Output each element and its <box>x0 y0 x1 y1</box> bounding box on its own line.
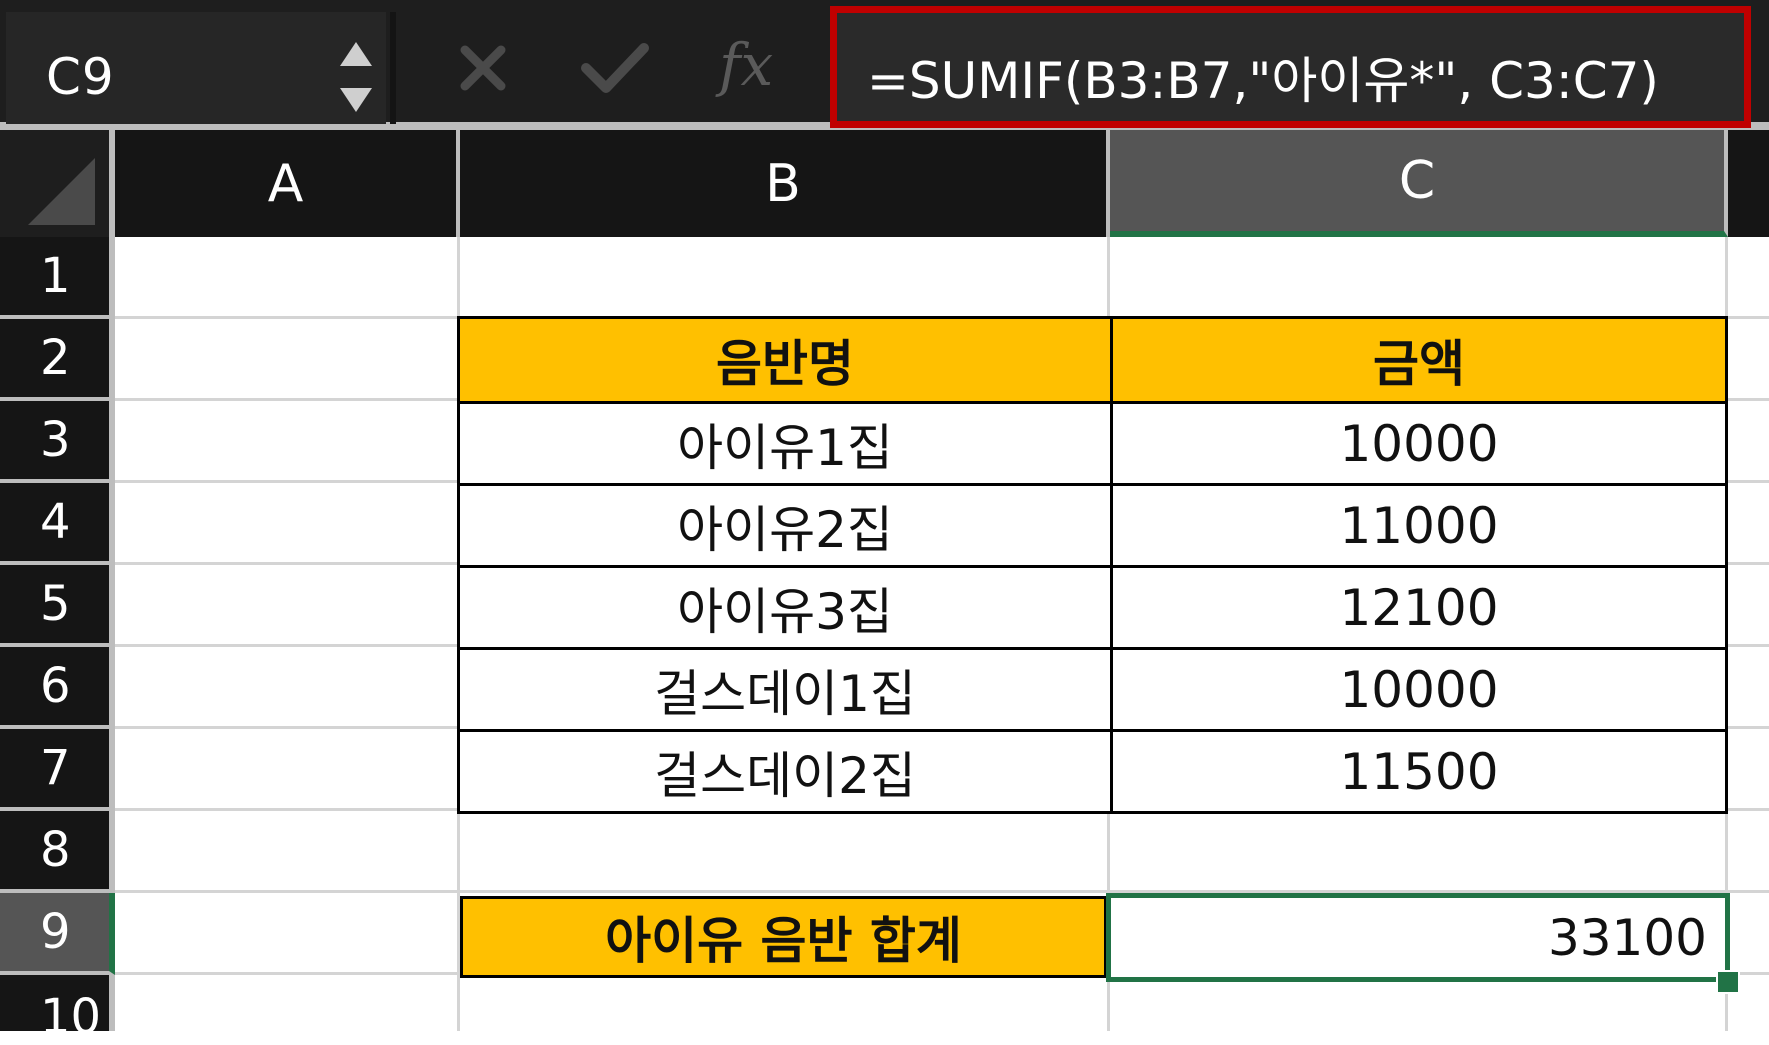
row-header-2[interactable]: 2 <box>0 319 115 401</box>
row-header-6[interactable]: 6 <box>0 647 115 729</box>
row-header-8[interactable]: 8 <box>0 811 115 893</box>
cell-c3[interactable]: 10000 <box>1110 401 1728 486</box>
column-header-a[interactable]: A <box>115 130 460 237</box>
row-header-3[interactable]: 3 <box>0 401 115 483</box>
cell-b3[interactable]: 아이유1집 <box>457 401 1113 486</box>
formula-text[interactable]: =SUMIF(B3:B7,"아이유*", C3:C7) <box>867 41 1659 113</box>
column-header-c[interactable]: C <box>1110 130 1728 237</box>
column-header-b[interactable]: B <box>460 130 1110 237</box>
cell-c6[interactable]: 10000 <box>1110 647 1728 732</box>
row-header-4[interactable]: 4 <box>0 483 115 565</box>
row-header-7[interactable]: 7 <box>0 729 115 811</box>
name-box-stepper-icon[interactable] <box>336 32 376 122</box>
cell-b6[interactable]: 걸스데이1집 <box>457 647 1113 732</box>
select-all-corner[interactable] <box>0 130 115 237</box>
cell-c9[interactable]: 33100 <box>1111 898 1725 977</box>
cancel-icon[interactable] <box>455 40 511 96</box>
row-header-5[interactable]: 5 <box>0 565 115 647</box>
formula-bar: C9 fx =SUMIF(B3:B7,"아이유*", C3:C7) <box>0 0 1769 130</box>
svg-text:fx: fx <box>715 31 773 99</box>
row-header-10[interactable]: 10 <box>0 975 115 1045</box>
cell-b7[interactable]: 걸스데이2집 <box>457 729 1113 814</box>
cell-c7[interactable]: 11500 <box>1110 729 1728 814</box>
cell-c5[interactable]: 12100 <box>1110 565 1728 650</box>
formula-bar-divider <box>390 12 396 124</box>
enter-icon[interactable] <box>580 40 650 96</box>
cell-b4[interactable]: 아이유2집 <box>457 483 1113 568</box>
row-header-1[interactable]: 1 <box>0 237 115 319</box>
cell-c4[interactable]: 11000 <box>1110 483 1728 568</box>
name-box-value[interactable]: C9 <box>46 48 115 106</box>
cell-b2[interactable]: 음반명 <box>457 316 1113 404</box>
cell-b5[interactable]: 아이유3집 <box>457 565 1113 650</box>
name-box[interactable]: C9 <box>6 12 386 124</box>
row-header-9[interactable]: 9 <box>0 893 115 975</box>
column-header-d[interactable] <box>1728 130 1769 237</box>
fx-icon[interactable]: fx <box>715 30 805 100</box>
fill-handle[interactable] <box>1716 970 1740 994</box>
select-all-triangle-icon <box>28 158 95 225</box>
cell-c2[interactable]: 금액 <box>1110 316 1728 404</box>
formula-input[interactable]: =SUMIF(B3:B7,"아이유*", C3:C7) <box>830 6 1751 128</box>
cell-b9[interactable]: 아이유 음반 합계 <box>460 896 1107 978</box>
